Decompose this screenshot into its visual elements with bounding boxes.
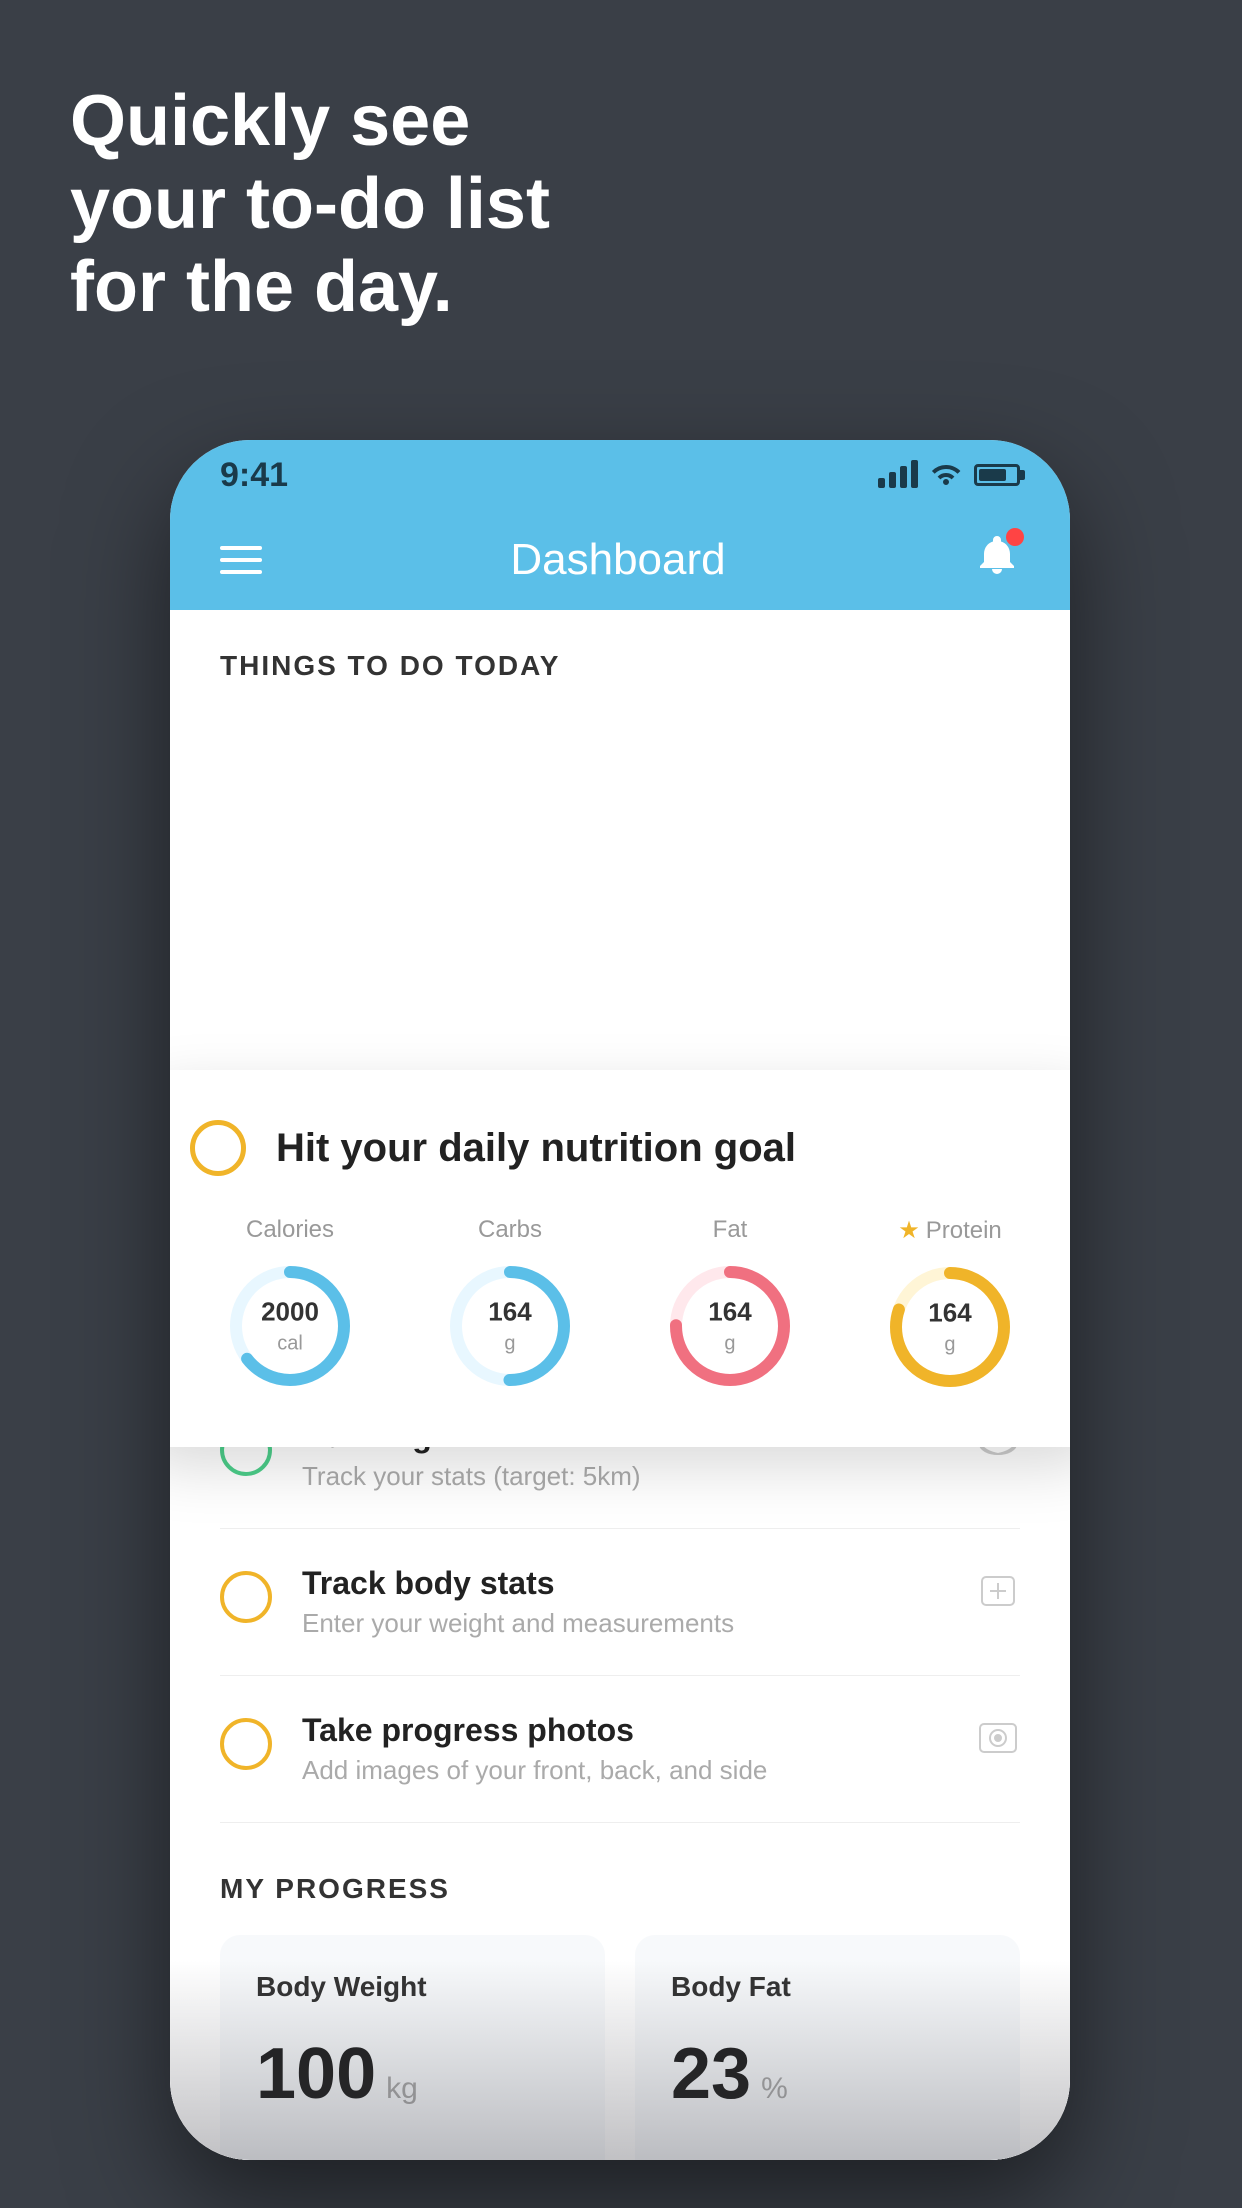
body-fat-card: Body Fat 23 % bbox=[635, 1935, 1020, 2160]
body-fat-value: 23 % bbox=[671, 2033, 984, 2115]
menu-button[interactable] bbox=[220, 546, 262, 574]
photos-subtitle: Add images of your front, back, and side bbox=[302, 1755, 946, 1786]
calories-label: Calories bbox=[246, 1216, 334, 1244]
phone-frame: 9:41 bbox=[170, 440, 1070, 2160]
signal-icon bbox=[878, 462, 918, 488]
fat-donut: 164g bbox=[660, 1256, 800, 1396]
todo-photos[interactable]: Take progress photos Add images of your … bbox=[220, 1676, 1020, 1823]
photos-title: Take progress photos bbox=[302, 1712, 946, 1749]
phone-content: THINGS TO DO TODAY Hit your daily nutrit… bbox=[170, 610, 1070, 2160]
scale-icon bbox=[976, 1569, 1020, 1623]
nutrition-card: Hit your daily nutrition goal Calories bbox=[170, 1070, 1070, 1447]
body-weight-title: Body Weight bbox=[256, 1971, 569, 2003]
todo-body-stats[interactable]: Track body stats Enter your weight and m… bbox=[220, 1529, 1020, 1676]
protein-donut: 164g bbox=[880, 1257, 1020, 1397]
progress-cards: Body Weight 100 kg bbox=[220, 1935, 1020, 2160]
progress-section-title: MY PROGRESS bbox=[220, 1873, 1020, 1905]
protein-value: 164g bbox=[928, 1298, 971, 1355]
carbs-donut: 164g bbox=[440, 1256, 580, 1396]
nutrition-grid: Calories 2000cal C bbox=[190, 1216, 1050, 1397]
star-icon: ★ bbox=[898, 1216, 920, 1245]
status-bar: 9:41 bbox=[170, 440, 1070, 510]
notification-badge bbox=[1006, 528, 1024, 546]
things-header: THINGS TO DO TODAY bbox=[170, 610, 1070, 732]
notification-button[interactable] bbox=[974, 532, 1020, 589]
todo-list: Running Track your stats (target: 5km) bbox=[170, 1382, 1070, 1823]
photo-icon bbox=[976, 1716, 1020, 1770]
hero-line2: your to-do list bbox=[70, 163, 550, 246]
status-icons bbox=[878, 459, 1020, 492]
nutrition-card-title: Hit your daily nutrition goal bbox=[276, 1126, 796, 1171]
nutrition-check-circle[interactable] bbox=[190, 1120, 246, 1176]
body-fat-chart bbox=[671, 2135, 984, 2160]
body-stats-check[interactable] bbox=[220, 1571, 272, 1623]
phone-mockup: 9:41 bbox=[170, 440, 1070, 2160]
battery-icon bbox=[974, 464, 1020, 486]
header-title: Dashboard bbox=[510, 535, 725, 585]
calories-donut: 2000cal bbox=[220, 1256, 360, 1396]
body-weight-card: Body Weight 100 kg bbox=[220, 1935, 605, 2160]
nutrition-carbs: Carbs 164g bbox=[410, 1216, 610, 1397]
running-subtitle: Track your stats (target: 5km) bbox=[302, 1461, 946, 1492]
body-stats-text: Track body stats Enter your weight and m… bbox=[302, 1565, 946, 1639]
hero-line3: for the day. bbox=[70, 246, 550, 329]
hero-line1: Quickly see bbox=[70, 80, 550, 163]
photos-text: Take progress photos Add images of your … bbox=[302, 1712, 946, 1786]
status-time: 9:41 bbox=[220, 456, 288, 495]
things-section-title: THINGS TO DO TODAY bbox=[220, 650, 1020, 682]
body-fat-title: Body Fat bbox=[671, 1971, 984, 2003]
body-weight-chart bbox=[256, 2135, 569, 2160]
progress-section: MY PROGRESS Body Weight 100 kg bbox=[170, 1823, 1070, 2160]
body-fat-number: 23 bbox=[671, 2033, 751, 2115]
body-fat-unit: % bbox=[761, 2072, 788, 2106]
fat-label: Fat bbox=[713, 1216, 748, 1244]
fat-value: 164g bbox=[708, 1297, 751, 1354]
carbs-label: Carbs bbox=[478, 1216, 542, 1244]
nutrition-calories: Calories 2000cal bbox=[190, 1216, 390, 1397]
carbs-value: 164g bbox=[488, 1297, 531, 1354]
photos-check[interactable] bbox=[220, 1718, 272, 1770]
nutrition-fat: Fat 164g bbox=[630, 1216, 830, 1397]
body-weight-unit: kg bbox=[386, 2072, 418, 2106]
body-stats-title: Track body stats bbox=[302, 1565, 946, 1602]
protein-label: ★ Protein bbox=[898, 1216, 1002, 1245]
app-header: Dashboard bbox=[170, 510, 1070, 610]
calories-value: 2000cal bbox=[261, 1297, 319, 1354]
wifi-icon bbox=[930, 459, 962, 492]
card-header: Hit your daily nutrition goal bbox=[190, 1120, 1050, 1176]
body-stats-subtitle: Enter your weight and measurements bbox=[302, 1608, 946, 1639]
hero-text: Quickly see your to-do list for the day. bbox=[70, 80, 550, 328]
body-weight-number: 100 bbox=[256, 2033, 376, 2115]
body-weight-value: 100 kg bbox=[256, 2033, 569, 2115]
nutrition-protein: ★ Protein 164g bbox=[850, 1216, 1050, 1397]
